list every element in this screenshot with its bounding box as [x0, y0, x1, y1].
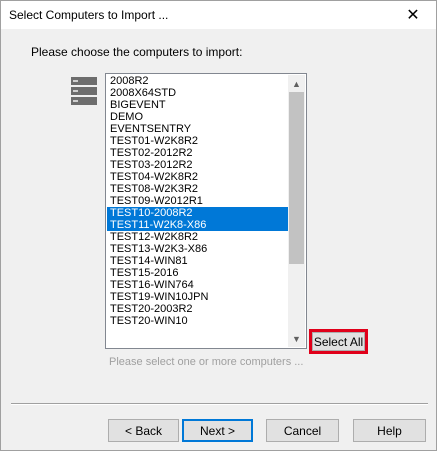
list-item[interactable]: TEST08-W2K3R2: [107, 183, 292, 195]
chevron-down-icon: ▼: [292, 333, 301, 344]
list-item[interactable]: TEST13-W2K3-X86: [107, 243, 292, 255]
help-button[interactable]: Help: [353, 419, 426, 442]
list-item[interactable]: DEMO: [107, 111, 292, 123]
list-item[interactable]: TEST15-2016: [107, 267, 292, 279]
server-stack-icon: [71, 77, 97, 105]
chevron-up-icon: ▲: [292, 78, 301, 89]
list-item[interactable]: TEST10-2008R2: [107, 207, 292, 219]
list-item[interactable]: TEST02-2012R2: [107, 147, 292, 159]
list-item[interactable]: 2008R2: [107, 75, 292, 87]
list-item[interactable]: TEST14-WIN81: [107, 255, 292, 267]
title-bar: Select Computers to Import ... ✕: [1, 1, 436, 29]
list-item[interactable]: TEST09-W2012R1: [107, 195, 292, 207]
list-item[interactable]: TEST12-W2K8R2: [107, 231, 292, 243]
close-button[interactable]: ✕: [390, 1, 436, 29]
computer-listbox[interactable]: 2008R2 2008X64STD BIGEVENT DEMO EVENTSENTRY T…: [105, 73, 307, 349]
back-button[interactable]: < Back: [108, 419, 179, 442]
selection-hint: Please select one or more computers ...: [109, 356, 304, 368]
scroll-up-button[interactable]: ▲: [288, 75, 305, 92]
list-item[interactable]: BIGEVENT: [107, 99, 292, 111]
list-item[interactable]: 2008X64STD: [107, 87, 292, 99]
window-title: Select Computers to Import ...: [9, 8, 169, 22]
list-item[interactable]: TEST16-WIN764: [107, 279, 292, 291]
close-icon: ✕: [406, 7, 420, 24]
select-all-button[interactable]: Select All: [312, 332, 365, 351]
vertical-scrollbar[interactable]: ▲ ▼: [288, 75, 305, 347]
cancel-button[interactable]: Cancel: [266, 419, 339, 442]
list-item[interactable]: TEST03-2012R2: [107, 159, 292, 171]
divider: [11, 403, 428, 405]
list-item[interactable]: TEST01-W2K8R2: [107, 135, 292, 147]
list-item[interactable]: TEST20-2003R2: [107, 303, 292, 315]
list-item[interactable]: TEST20-WIN10: [107, 315, 292, 327]
list-item[interactable]: TEST04-W2K8R2: [107, 171, 292, 183]
scroll-thumb[interactable]: [289, 92, 304, 264]
next-button[interactable]: Next >: [182, 419, 253, 442]
instruction-label: Please choose the computers to import:: [31, 45, 243, 59]
list-item[interactable]: EVENTSENTRY: [107, 123, 292, 135]
import-computers-dialog: Select Computers to Import ... ✕ Please …: [0, 0, 437, 451]
scroll-down-button[interactable]: ▼: [288, 330, 305, 347]
list-item[interactable]: TEST11-W2K8-X86: [107, 219, 292, 231]
computer-list: 2008R2 2008X64STD BIGEVENT DEMO EVENTSENTRY T…: [107, 75, 292, 327]
list-item[interactable]: TEST19-WIN10JPN: [107, 291, 292, 303]
